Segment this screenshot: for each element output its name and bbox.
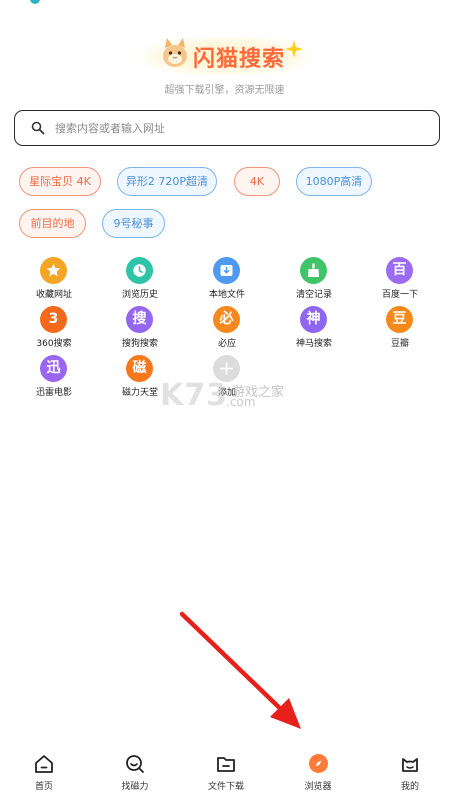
shortcut-label: 搜狗搜索: [121, 339, 158, 349]
search-box[interactable]: [14, 110, 440, 146]
hot-tag-chip[interactable]: 星际宝贝 4K: [19, 167, 101, 196]
shortcut-label: 必应: [217, 339, 236, 349]
bottom-tab-bar: 首页 找磁力 文件下载 浏览器 我的: [0, 748, 449, 793]
watermark-domain: .com: [226, 395, 256, 409]
shortcut-history[interactable]: 浏览历史: [110, 257, 170, 303]
tab-label: 文件下载: [207, 782, 244, 792]
shortcut-label: 浏览历史: [121, 290, 158, 300]
tab-label: 首页: [34, 782, 53, 792]
shortcut-label: 清空记录: [295, 290, 332, 300]
tab-label: 浏览器: [304, 782, 332, 792]
shortcut-bing[interactable]: 必 必应: [197, 306, 257, 352]
shortcut-clear-records[interactable]: 清空记录: [284, 257, 344, 303]
shortcut-xunlei[interactable]: 迅 迅雷电影: [24, 355, 84, 401]
sogou-icon: 搜: [126, 306, 153, 333]
magnet-icon: 磁: [126, 355, 153, 382]
star-icon: [40, 257, 67, 284]
search-icon: [31, 121, 45, 135]
sparkle-icon: [285, 40, 303, 58]
shortcut-shenma[interactable]: 神 神马搜索: [284, 306, 344, 352]
magnet-search-icon: [126, 755, 144, 773]
tab-label: 我的: [400, 782, 419, 792]
shortcut-local-files[interactable]: 本地文件: [197, 257, 257, 303]
shortcut-douban[interactable]: 豆 豆瓣: [370, 306, 430, 352]
shortcut-label: 迅雷电影: [35, 388, 72, 398]
watermark-logo: K73: [160, 378, 228, 413]
tab-profile[interactable]: 我的: [375, 748, 445, 793]
hot-tag-chip[interactable]: 9号秘事: [102, 209, 165, 238]
status-bar-indicator: [30, 0, 40, 4]
download-folder-icon: [213, 257, 240, 284]
tab-label: 找磁力: [121, 782, 149, 792]
file-download-icon: [217, 757, 235, 772]
logo-text: 闪猫搜索: [193, 47, 286, 72]
hot-tag-chip[interactable]: 异形2 720P超清: [117, 167, 217, 196]
shortcut-favorites[interactable]: 收藏网址: [24, 257, 84, 303]
tab-browser[interactable]: 浏览器: [283, 748, 353, 793]
hot-tag-chip[interactable]: 4K: [234, 167, 280, 196]
hot-tag-chip[interactable]: 1080P高清: [296, 167, 372, 196]
shortcut-label: 本地文件: [208, 290, 245, 300]
shortcut-sogou[interactable]: 搜 搜狗搜索: [110, 306, 170, 352]
app-logo: 闪猫搜索: [135, 32, 315, 78]
search-input[interactable]: [55, 117, 425, 139]
shortcut-baidu[interactable]: 百 百度一下: [370, 257, 430, 303]
tagline: 超强下载引擎，资源无限速: [164, 85, 285, 96]
bing-icon: 必: [213, 306, 240, 333]
360-icon: 3: [40, 306, 67, 333]
xunlei-icon: 迅: [40, 355, 67, 382]
cat-mascot-icon: [163, 38, 187, 67]
shortcut-label: 百度一下: [381, 290, 418, 300]
home-icon: [35, 755, 53, 773]
douban-icon: 豆: [386, 306, 413, 333]
shortcut-label: 豆瓣: [390, 339, 409, 349]
shortcut-label: 360搜索: [36, 339, 72, 349]
tab-find-magnet[interactable]: 找磁力: [100, 748, 170, 793]
baidu-icon: 百: [386, 257, 413, 284]
tab-home[interactable]: 首页: [9, 748, 79, 793]
shortcut-360[interactable]: 3 360搜索: [24, 306, 84, 352]
cat-profile-icon: [402, 758, 418, 772]
broom-icon: [300, 257, 327, 284]
red-pointer-arrow: [179, 611, 301, 729]
shenma-icon: 神: [300, 306, 327, 333]
shortcut-label: 神马搜索: [295, 339, 332, 349]
browser-compass-icon: [309, 754, 328, 773]
hot-tag-chip[interactable]: 前目的地: [19, 209, 86, 238]
clock-icon: [126, 257, 153, 284]
tab-file-download[interactable]: 文件下载: [191, 748, 261, 793]
shortcut-label: 收藏网址: [35, 290, 72, 300]
